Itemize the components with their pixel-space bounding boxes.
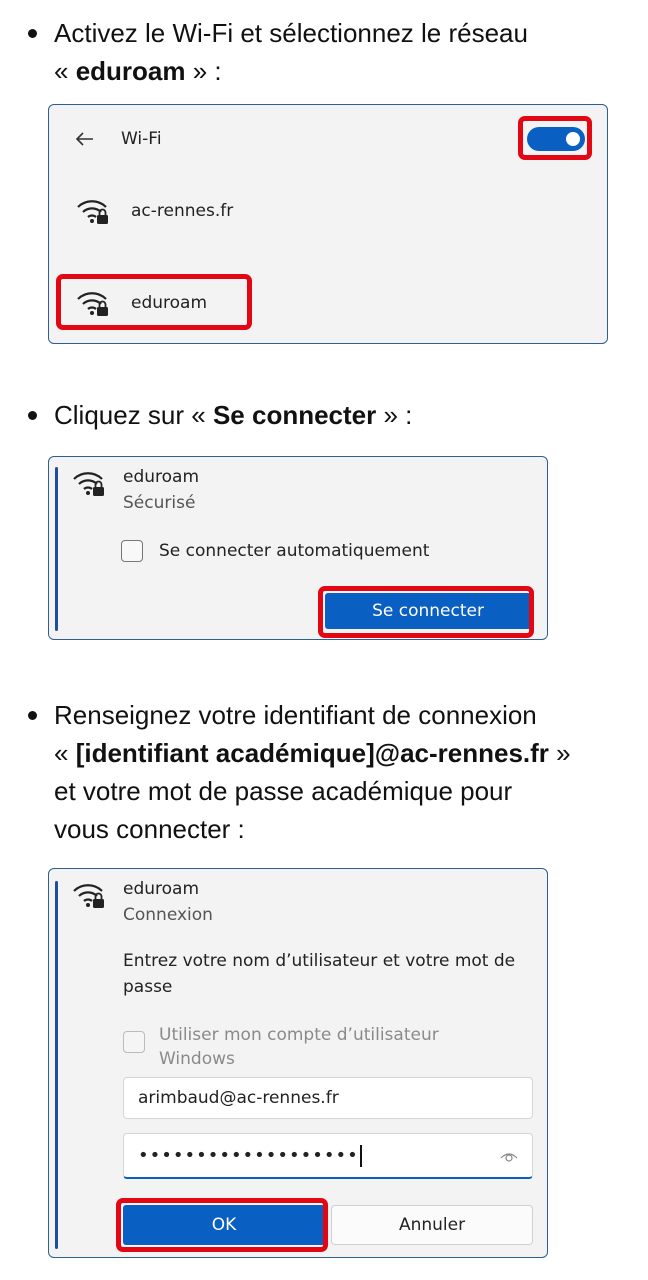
wifi-secured-icon xyxy=(71,879,107,909)
network-status: Connexion xyxy=(123,905,213,925)
instruction-text: Activez le Wi-Fi et sélectionnez le rése… xyxy=(54,18,528,48)
instruction-step-3: Renseignez votre identifiant de connexio… xyxy=(28,696,588,848)
credentials-prompt-cont: passe xyxy=(123,977,173,997)
use-windows-account-checkbox[interactable] xyxy=(123,1031,145,1053)
network-name: eduroam xyxy=(123,879,200,899)
wifi-secured-icon xyxy=(75,195,111,225)
instruction-emphasis: eduroam xyxy=(75,56,186,86)
network-item-ac-rennes[interactable]: ac-rennes.fr xyxy=(59,187,599,237)
credentials-prompt: Entrez votre nom d’utilisateur et votre … xyxy=(123,951,516,971)
text-caret xyxy=(359,1144,362,1167)
auto-connect-checkbox[interactable] xyxy=(121,540,143,562)
arrow-left-icon[interactable] xyxy=(71,125,99,153)
highlight-ok-button xyxy=(116,1198,328,1252)
network-status: Sécurisé xyxy=(123,493,196,513)
password-value: ••••••••••••••••••• xyxy=(138,1145,359,1166)
bullet xyxy=(28,411,37,420)
username-value: arimbaud@ac-rennes.fr xyxy=(138,1088,339,1108)
use-windows-account-label: Utiliser mon compte d’utilisateur xyxy=(159,1025,439,1045)
cancel-button[interactable]: Annuler xyxy=(331,1205,533,1245)
bullet xyxy=(28,711,37,720)
use-windows-account-label-cont: Windows xyxy=(159,1049,235,1069)
selection-accent-bar xyxy=(55,467,58,631)
instruction-emphasis: [identifiant académique]@ac-rennes.fr xyxy=(75,738,549,768)
highlight-connect-button xyxy=(318,586,534,638)
wifi-secured-icon xyxy=(71,467,107,497)
selection-accent-bar xyxy=(55,881,58,1249)
auto-connect-label: Se connecter automatiquement xyxy=(159,541,430,561)
network-name: eduroam xyxy=(123,467,200,487)
instruction-step-1: Activez le Wi-Fi et sélectionnez le rése… xyxy=(28,14,588,90)
wifi-title: Wi-Fi xyxy=(121,129,162,149)
instruction-step-2: Cliquez sur « Se connecter » : xyxy=(28,396,588,434)
highlight-toggle xyxy=(518,116,592,160)
network-name: ac-rennes.fr xyxy=(131,201,234,221)
username-field[interactable]: arimbaud@ac-rennes.fr xyxy=(123,1077,533,1119)
highlight-eduroam xyxy=(56,274,252,330)
eye-icon[interactable] xyxy=(500,1149,518,1163)
instruction-emphasis: Se connecter xyxy=(212,400,377,430)
password-field[interactable]: ••••••••••••••••••• xyxy=(123,1133,533,1179)
bullet xyxy=(28,29,37,38)
